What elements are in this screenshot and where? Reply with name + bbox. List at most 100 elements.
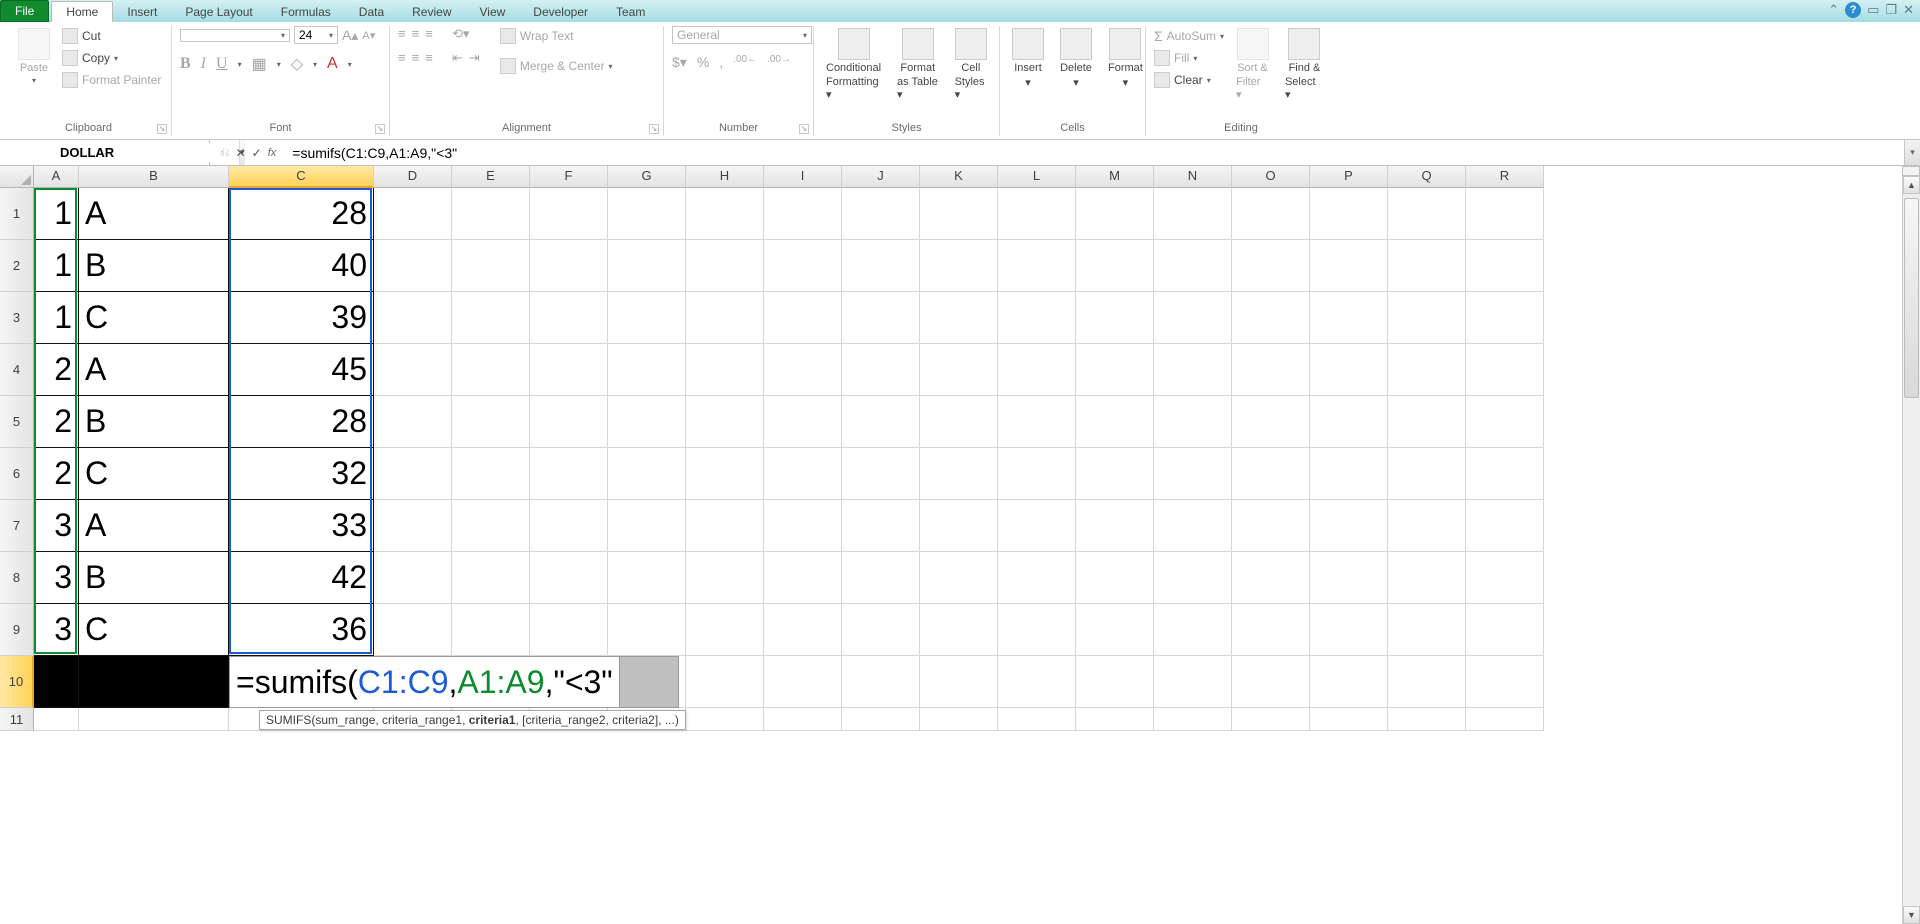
font-size-dropdown[interactable]: 24▾	[294, 26, 338, 44]
cell-H6[interactable]	[686, 448, 764, 500]
cell-L2[interactable]	[998, 240, 1076, 292]
ribbon-minimize-icon[interactable]: ⌃	[1828, 2, 1839, 18]
cell-P10[interactable]	[1310, 656, 1388, 708]
cell-E4[interactable]	[452, 344, 530, 396]
cell-H5[interactable]	[686, 396, 764, 448]
formula-input[interactable]	[286, 143, 1904, 163]
cell-O2[interactable]	[1232, 240, 1310, 292]
currency-icon[interactable]: $▾	[672, 54, 687, 71]
tab-team[interactable]: Team	[602, 2, 659, 22]
cell-D4[interactable]	[374, 344, 452, 396]
cell-R5[interactable]	[1466, 396, 1544, 448]
cell-N6[interactable]	[1154, 448, 1232, 500]
font-color-button[interactable]: A	[327, 55, 338, 73]
cell-L10[interactable]	[998, 656, 1076, 708]
cell-N5[interactable]	[1154, 396, 1232, 448]
cell-R1[interactable]	[1466, 188, 1544, 240]
cell-B8[interactable]: B	[79, 552, 229, 604]
cell-D9[interactable]	[374, 604, 452, 656]
cell-N11[interactable]	[1154, 708, 1232, 731]
cell-D6[interactable]	[374, 448, 452, 500]
cell-E9[interactable]	[452, 604, 530, 656]
cell-E6[interactable]	[452, 448, 530, 500]
copy-button[interactable]: Copy▾	[62, 48, 161, 68]
cell-O8[interactable]	[1232, 552, 1310, 604]
cell-G7[interactable]	[608, 500, 686, 552]
tab-review[interactable]: Review	[398, 2, 465, 22]
autosum-button[interactable]: ΣAutoSum▾	[1154, 26, 1224, 46]
cell-J5[interactable]	[842, 396, 920, 448]
enter-formula-icon[interactable]: ✓	[252, 146, 262, 160]
cell-F3[interactable]	[530, 292, 608, 344]
active-cell-editor[interactable]: =sumifs(C1:C9,A1:A9,"<3"	[229, 656, 620, 708]
increase-indent-icon[interactable]: ⇥	[469, 50, 480, 66]
cell-J6[interactable]	[842, 448, 920, 500]
cell-R2[interactable]	[1466, 240, 1544, 292]
wrap-text-button[interactable]: Wrap Text	[500, 26, 613, 46]
cell-P6[interactable]	[1310, 448, 1388, 500]
col-header-O[interactable]: O	[1232, 166, 1310, 188]
fx-icon[interactable]: fx	[268, 147, 277, 159]
split-handle[interactable]	[1902, 166, 1920, 176]
cell-K9[interactable]	[920, 604, 998, 656]
row-header-3[interactable]: 3	[0, 292, 34, 344]
cell-G8[interactable]	[608, 552, 686, 604]
cell-K8[interactable]	[920, 552, 998, 604]
cell-R9[interactable]	[1466, 604, 1544, 656]
cell-H2[interactable]	[686, 240, 764, 292]
cell-M11[interactable]	[1076, 708, 1154, 731]
cell-M8[interactable]	[1076, 552, 1154, 604]
decrease-decimal-icon[interactable]: .00→	[767, 54, 791, 71]
cell-J7[interactable]	[842, 500, 920, 552]
row-header-7[interactable]: 7	[0, 500, 34, 552]
cell-Q1[interactable]	[1388, 188, 1466, 240]
shrink-font-icon[interactable]: A▾	[362, 29, 375, 42]
cell-R3[interactable]	[1466, 292, 1544, 344]
cell-I11[interactable]	[764, 708, 842, 731]
cut-button[interactable]: Cut	[62, 26, 161, 46]
cell-K10[interactable]	[920, 656, 998, 708]
col-header-B[interactable]: B	[79, 166, 229, 188]
dialog-launcher-icon[interactable]: ↘	[649, 124, 659, 134]
cell-Q9[interactable]	[1388, 604, 1466, 656]
cell-M3[interactable]	[1076, 292, 1154, 344]
cell-N3[interactable]	[1154, 292, 1232, 344]
cell-K2[interactable]	[920, 240, 998, 292]
cell-K4[interactable]	[920, 344, 998, 396]
cell-L6[interactable]	[998, 448, 1076, 500]
cell-O7[interactable]	[1232, 500, 1310, 552]
tab-view[interactable]: View	[466, 2, 520, 22]
comma-icon[interactable]: ,	[719, 54, 723, 71]
cell-P3[interactable]	[1310, 292, 1388, 344]
cell-L7[interactable]	[998, 500, 1076, 552]
cell-M4[interactable]	[1076, 344, 1154, 396]
col-header-A[interactable]: A	[34, 166, 79, 188]
cell-K3[interactable]	[920, 292, 998, 344]
row-header-1[interactable]: 1	[0, 188, 34, 240]
cell-P5[interactable]	[1310, 396, 1388, 448]
cell-C6[interactable]: 32	[229, 448, 374, 500]
row-header-11[interactable]: 11	[0, 708, 34, 731]
cell-O10[interactable]	[1232, 656, 1310, 708]
cell-P7[interactable]	[1310, 500, 1388, 552]
col-header-C[interactable]: C	[229, 166, 374, 188]
cell-P2[interactable]	[1310, 240, 1388, 292]
format-painter-button[interactable]: Format Painter	[62, 70, 161, 90]
cell-N8[interactable]	[1154, 552, 1232, 604]
row-header-4[interactable]: 4	[0, 344, 34, 396]
decrease-indent-icon[interactable]: ⇤	[452, 50, 463, 66]
row-header-8[interactable]: 8	[0, 552, 34, 604]
merge-center-button[interactable]: Merge & Center▾	[500, 56, 613, 76]
cell-O5[interactable]	[1232, 396, 1310, 448]
format-as-table-button[interactable]: Formatas Table ▾	[893, 26, 943, 103]
cell-I3[interactable]	[764, 292, 842, 344]
cell-C4[interactable]: 45	[229, 344, 374, 396]
cell-E5[interactable]	[452, 396, 530, 448]
cell-F6[interactable]	[530, 448, 608, 500]
align-middle-icon[interactable]: ≡	[412, 26, 420, 42]
clear-button[interactable]: Clear▾	[1154, 70, 1224, 90]
cells-area[interactable]: 1A281B401C392A452B282C323A333B423C36=sum…	[34, 188, 1920, 924]
col-header-F[interactable]: F	[530, 166, 608, 188]
align-center-icon[interactable]: ≡	[412, 50, 420, 66]
cell-M10[interactable]	[1076, 656, 1154, 708]
